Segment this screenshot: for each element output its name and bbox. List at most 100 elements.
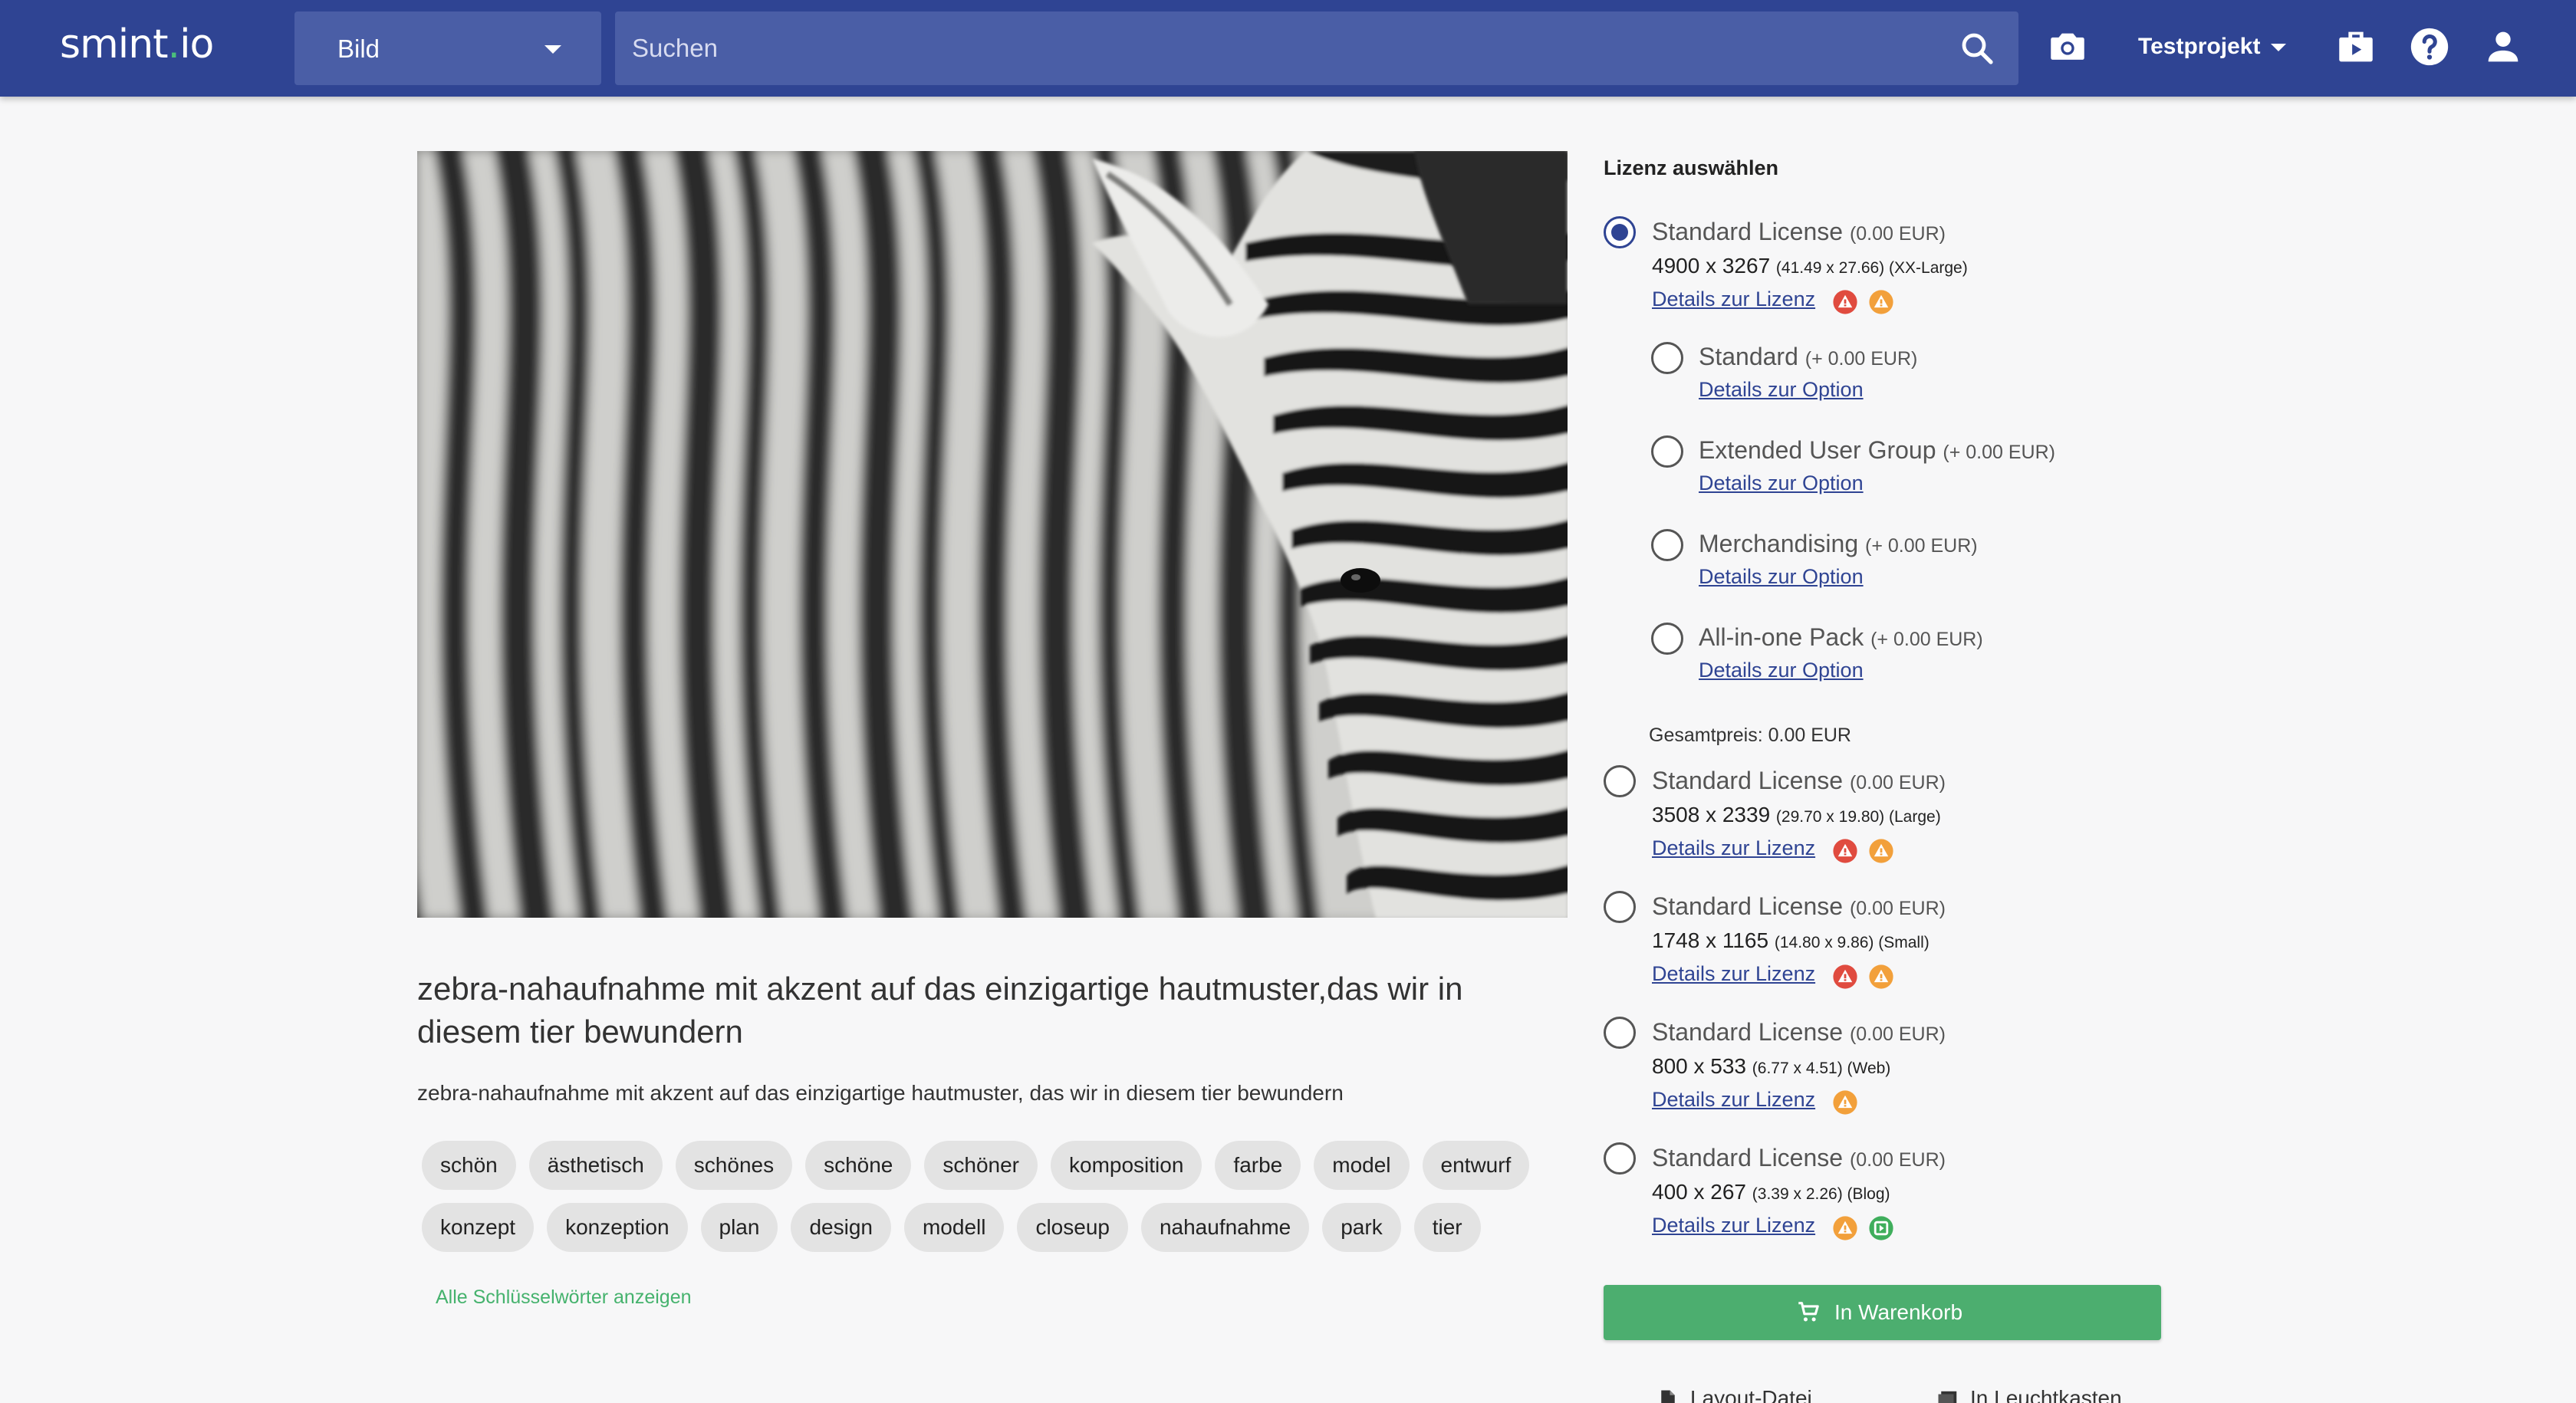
project-selector[interactable]: Testprojekt [2138,34,2287,60]
warning-orange-icon[interactable] [1832,1215,1858,1241]
add-to-lightbox-label: In Leuchtkasten [1970,1386,2122,1403]
keyword-tag[interactable]: schöne [805,1141,912,1190]
license-size-detail: (14.80 x 9.86) (Small) [1774,934,1930,951]
layout-file-link[interactable]: Layout-Datei [1656,1386,1812,1403]
keyword-tag[interactable]: schön [422,1141,516,1190]
ok-green-icon[interactable] [1868,1215,1894,1241]
keyword-row: schön ästhetisch schönes schöne schöner kompo… [422,1141,1572,1190]
keyword-tag[interactable]: model [1314,1141,1410,1190]
option-name: Extended User Group [1699,436,1936,464]
keyword-row: konzept konzeption plan design modell closeup… [422,1203,1572,1252]
keyword-tag[interactable]: schöner [924,1141,1038,1190]
keyword-tag[interactable]: komposition [1051,1141,1202,1190]
radio-unselected[interactable] [1651,529,1683,561]
license-size-detail: (41.49 x 27.66) (XX-Large) [1775,259,1968,277]
keyword-tag[interactable]: konzeption [547,1203,688,1252]
search-input[interactable] [632,25,1936,71]
asset-preview-image[interactable] [417,151,1568,918]
option-price: (+ 0.00 EUR) [1865,535,1978,557]
camera-icon[interactable] [2045,25,2090,69]
project-name: Testprojekt [2138,34,2261,59]
smint-logo[interactable]: smint.io [60,21,214,67]
option-name: Merchandising [1699,530,1859,557]
logo-text: smint [60,21,169,67]
radio-unselected[interactable] [1651,435,1683,468]
license-name-text: Standard License [1652,1144,1844,1171]
license-panel-title: Lizenz auswählen [1604,156,1779,179]
warning-orange-icon[interactable] [1868,838,1894,864]
keyword-tag[interactable]: park [1322,1203,1401,1252]
license-name-text: Standard License [1652,1018,1844,1046]
option-details-link[interactable]: Details zur Option [1699,378,1864,402]
license-pixels: 800 x 533 [1652,1054,1746,1078]
top-navigation-bar: smint.io Bild Testprojekt [0,0,2576,97]
keyword-tag[interactable]: farbe [1215,1141,1301,1190]
license-price: (0.00 EUR) [1849,1024,1946,1045]
keyword-tag[interactable]: entwurf [1422,1141,1530,1190]
license-name: Standard License (0.00 EUR) [1652,218,1946,246]
license-size-detail: (29.70 x 19.80) (Large) [1775,808,1941,826]
file-icon [1661,1390,1675,1403]
show-all-keywords-link[interactable]: Alle Schlüsselwörter anzeigen [436,1286,692,1309]
help-icon[interactable] [2407,25,2452,69]
license-name-text: Standard License [1652,218,1844,245]
radio-unselected[interactable] [1604,1017,1636,1049]
search-icon[interactable] [1959,30,1995,67]
keyword-tags: schön ästhetisch schönes schöne schöner kompo… [422,1141,1572,1265]
zebra-photo [417,151,1568,918]
radio-selected[interactable] [1604,216,1636,248]
keyword-tag[interactable]: closeup [1017,1203,1128,1252]
media-type-select[interactable]: Bild [294,12,601,85]
radio-unselected[interactable] [1651,342,1683,374]
keyword-tag[interactable]: schönes [675,1141,793,1190]
warning-orange-icon[interactable] [1868,289,1894,315]
keyword-tag[interactable]: nahaufnahme [1140,1203,1310,1252]
license-details-link[interactable]: Details zur Lizenz [1652,1088,1815,1112]
option-name: Standard [1699,343,1798,370]
license-size-detail: (3.39 x 2.26) (Blog) [1752,1185,1890,1203]
lightbox-add-icon [1938,1391,1957,1403]
license-details-link[interactable]: Details zur Lizenz [1652,962,1815,986]
option-details-link[interactable]: Details zur Option [1699,565,1864,589]
keyword-tag[interactable]: plan [700,1203,778,1252]
chevron-down-icon [2271,44,2287,52]
license-details-link[interactable]: Details zur Lizenz [1652,1214,1815,1237]
option-price: (+ 0.00 EUR) [1805,348,1918,370]
keyword-tag[interactable]: modell [903,1203,1005,1252]
asset-description: zebra-nahaufnahme mit akzent auf das ein… [417,1081,1344,1105]
keyword-tag[interactable]: ästhetisch [528,1141,663,1190]
warning-orange-icon[interactable] [1832,1089,1858,1116]
add-to-cart-button[interactable]: In Warenkorb [1604,1285,2161,1340]
license-size: 4900 x 3267 (41.49 x 27.66) (XX-Large) [1652,254,1968,278]
option-details-link[interactable]: Details zur Option [1699,472,1864,495]
total-price: Gesamtpreis: 0.00 EUR [1649,724,1851,746]
keyword-tag[interactable]: tier [1413,1203,1481,1252]
asset-title: zebra-nahaufnahme mit akzent auf das ein… [417,971,1463,1050]
license-price: (0.00 EUR) [1849,1149,1946,1171]
media-type-value: Bild [337,34,380,63]
license-details-link[interactable]: Details zur Lizenz [1652,836,1815,860]
keyword-tag[interactable]: konzept [422,1203,535,1252]
warning-red-icon[interactable] [1832,964,1858,990]
add-to-lightbox-link[interactable]: In Leuchtkasten [1936,1386,2122,1403]
option-details-link[interactable]: Details zur Option [1699,659,1864,682]
user-account-icon[interactable] [2481,25,2525,69]
radio-unselected[interactable] [1604,765,1636,797]
warning-red-icon[interactable] [1832,289,1858,315]
keyword-tag[interactable]: design [791,1203,891,1252]
layout-file-label: Layout-Datei [1690,1386,1812,1403]
license-pixels: 3508 x 2339 [1652,803,1771,826]
option-price: (+ 0.00 EUR) [1870,629,1983,650]
warning-red-icon[interactable] [1832,838,1858,864]
logo-suffix: io [179,21,214,67]
radio-unselected[interactable] [1604,891,1636,923]
option-price: (+ 0.00 EUR) [1943,442,2055,463]
warning-orange-icon[interactable] [1868,964,1894,990]
license-price: (0.00 EUR) [1849,223,1946,245]
license-details-link[interactable]: Details zur Lizenz [1652,288,1815,311]
radio-unselected[interactable] [1604,1142,1636,1175]
radio-unselected[interactable] [1651,623,1683,655]
license-pixels: 400 x 267 [1652,1180,1746,1204]
chevron-down-icon [544,45,561,54]
lightbox-icon[interactable] [2334,25,2378,69]
